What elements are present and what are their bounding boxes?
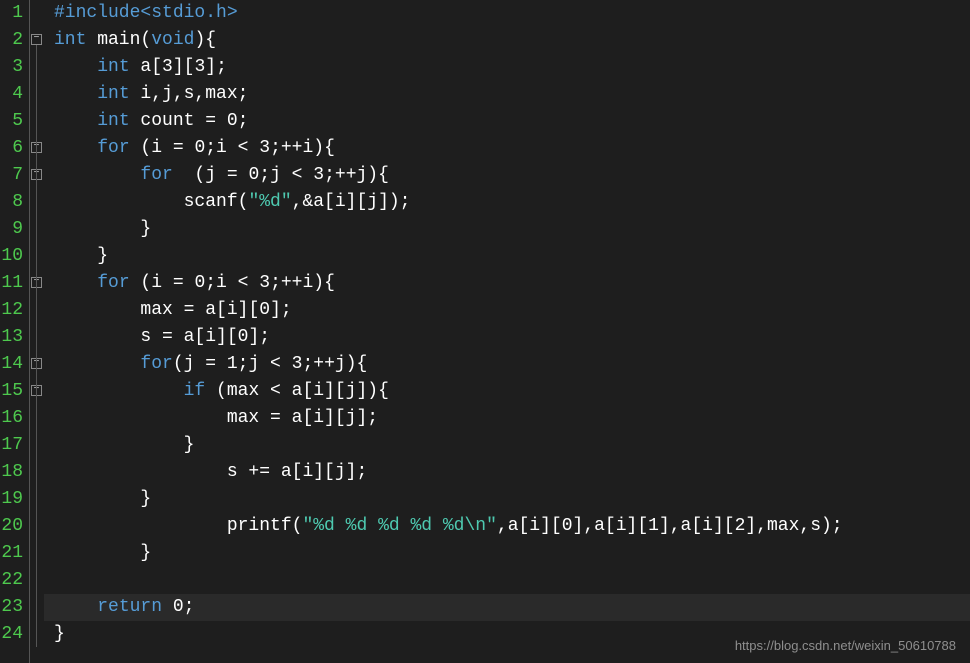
fold-toggle-icon[interactable] [31, 34, 42, 45]
code-line[interactable]: scanf("%d",&a[i][j]); [54, 189, 970, 216]
code-line[interactable]: int main(void){ [54, 27, 970, 54]
code-line[interactable]: for (i = 0;i < 3;++i){ [54, 135, 970, 162]
code-line[interactable]: for (j = 0;j < 3;++j){ [54, 162, 970, 189]
code-line[interactable]: int a[3][3]; [54, 54, 970, 81]
line-number: 7 [0, 162, 23, 189]
line-number: 22 [0, 567, 23, 594]
line-number: 21 [0, 540, 23, 567]
line-number: 1 [0, 0, 23, 27]
line-number: 12 [0, 297, 23, 324]
watermark: https://blog.csdn.net/weixin_50610788 [735, 638, 956, 653]
line-number: 2 [0, 27, 23, 54]
code-area[interactable]: #include<stdio.h> int main(void){ int a[… [44, 0, 970, 663]
code-line[interactable]: max = a[i][0]; [54, 297, 970, 324]
line-number: 5 [0, 108, 23, 135]
line-number: 4 [0, 81, 23, 108]
fold-guide [36, 45, 37, 647]
line-number: 11 [0, 270, 23, 297]
line-number: 20 [0, 513, 23, 540]
code-line[interactable]: #include<stdio.h> [54, 0, 970, 27]
line-number: 17 [0, 432, 23, 459]
code-line[interactable]: } [54, 216, 970, 243]
line-number: 15 [0, 378, 23, 405]
line-number: 19 [0, 486, 23, 513]
code-editor: 1 2 3 4 5 6 7 8 9 10 11 12 13 14 15 16 1… [0, 0, 970, 663]
line-number: 23 [0, 594, 23, 621]
code-line[interactable]: int count = 0; [54, 108, 970, 135]
code-line[interactable]: for(j = 1;j < 3;++j){ [54, 351, 970, 378]
line-number: 10 [0, 243, 23, 270]
code-line[interactable]: s += a[i][j]; [54, 459, 970, 486]
code-line[interactable]: int i,j,s,max; [54, 81, 970, 108]
line-number: 24 [0, 621, 23, 648]
code-line[interactable]: if (max < a[i][j]){ [54, 378, 970, 405]
line-number: 9 [0, 216, 23, 243]
line-number: 8 [0, 189, 23, 216]
line-number: 18 [0, 459, 23, 486]
line-number: 14 [0, 351, 23, 378]
fold-gutter [30, 0, 44, 663]
code-line[interactable]: } [54, 540, 970, 567]
code-line[interactable]: return 0; [54, 594, 970, 621]
line-number: 16 [0, 405, 23, 432]
line-number: 13 [0, 324, 23, 351]
code-line[interactable] [54, 567, 970, 594]
code-line[interactable]: } [54, 486, 970, 513]
code-line[interactable]: max = a[i][j]; [54, 405, 970, 432]
code-line[interactable]: printf("%d %d %d %d %d\n",a[i][0],a[i][1… [54, 513, 970, 540]
code-line[interactable]: } [54, 432, 970, 459]
line-number: 6 [0, 135, 23, 162]
line-number-gutter: 1 2 3 4 5 6 7 8 9 10 11 12 13 14 15 16 1… [0, 0, 30, 663]
code-line[interactable]: } [54, 243, 970, 270]
code-line[interactable]: s = a[i][0]; [54, 324, 970, 351]
line-number: 3 [0, 54, 23, 81]
code-line[interactable]: for (i = 0;i < 3;++i){ [54, 270, 970, 297]
